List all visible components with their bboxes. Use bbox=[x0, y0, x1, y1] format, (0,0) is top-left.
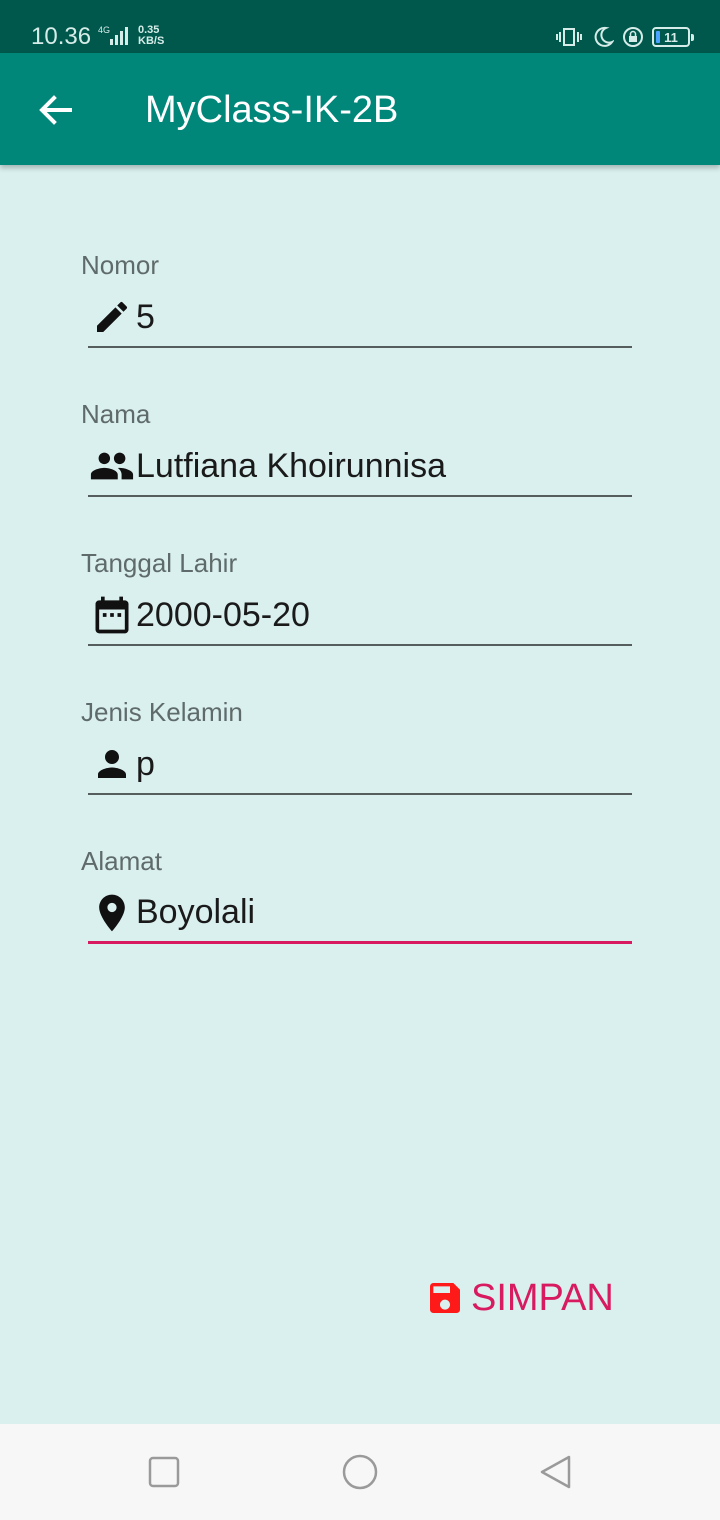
jenis-kelamin-input[interactable]: p bbox=[88, 735, 632, 795]
moon-icon bbox=[594, 26, 614, 47]
field-label-nama: Nama bbox=[81, 399, 151, 429]
battery-indicator: 11 bbox=[652, 27, 694, 47]
square-icon bbox=[148, 1456, 180, 1488]
triangle-back-icon bbox=[540, 1455, 571, 1489]
status-icons: 11 bbox=[554, 25, 694, 49]
network-type: 4G bbox=[98, 25, 111, 35]
system-nav-bar bbox=[0, 1424, 720, 1520]
status-time: 10.36 bbox=[31, 23, 92, 50]
signal-icon bbox=[110, 27, 128, 45]
recents-button[interactable] bbox=[144, 1454, 184, 1494]
jenis-kelamin-value: p bbox=[136, 744, 155, 783]
save-button[interactable]: SIMPAN bbox=[425, 1275, 614, 1321]
nama-value: Lutfiana Khoirunnisa bbox=[136, 446, 447, 485]
alamat-value: Boyolali bbox=[136, 893, 256, 931]
field-label-nomor: Nomor bbox=[81, 250, 160, 280]
field-nomor: Nomor 5 bbox=[0, 250, 720, 400]
field-jenis-kelamin: Jenis Kelamin p bbox=[0, 697, 720, 847]
alamat-input[interactable]: Boyolali bbox=[88, 884, 632, 944]
tanggal-lahir-value: 2000-05-20 bbox=[136, 595, 310, 634]
page-title: MyClass-IK-2B bbox=[145, 89, 399, 131]
arrow-back-icon bbox=[39, 95, 72, 125]
field-tanggal-lahir: Tanggal Lahir 2000-05-20 bbox=[0, 548, 720, 698]
location-pin-icon bbox=[88, 889, 136, 937]
app-bar: MyClass-IK-2B bbox=[0, 53, 720, 165]
nomor-input[interactable]: 5 bbox=[88, 288, 632, 348]
nama-input[interactable]: Lutfiana Khoirunnisa bbox=[88, 437, 632, 497]
rotation-lock-icon bbox=[623, 27, 643, 47]
floppy-disk-icon bbox=[430, 1283, 460, 1313]
network-speed: 0.35 KB/S bbox=[138, 24, 165, 47]
field-alamat: Alamat Boyolali bbox=[0, 846, 720, 996]
people-icon bbox=[88, 442, 136, 490]
calendar-icon bbox=[88, 591, 136, 639]
back-button[interactable] bbox=[28, 83, 84, 139]
circle-icon bbox=[342, 1454, 378, 1490]
save-button-label: SIMPAN bbox=[471, 1276, 614, 1319]
person-icon bbox=[88, 740, 136, 788]
field-label-jenis-kelamin: Jenis Kelamin bbox=[81, 697, 243, 727]
tanggal-lahir-input[interactable]: 2000-05-20 bbox=[88, 586, 632, 646]
vibrate-icon bbox=[556, 28, 582, 46]
nomor-value: 5 bbox=[136, 297, 155, 336]
field-label-alamat: Alamat bbox=[81, 846, 162, 876]
field-label-tanggal-lahir: Tanggal Lahir bbox=[81, 548, 238, 578]
home-button[interactable] bbox=[340, 1454, 380, 1494]
back-nav-button[interactable] bbox=[536, 1454, 576, 1494]
pencil-icon bbox=[88, 293, 136, 341]
status-bar: 10.36 4G 0.35 KB/S 11 bbox=[0, 0, 720, 53]
field-nama: Nama Lutfiana Khoirunnisa bbox=[0, 399, 720, 549]
